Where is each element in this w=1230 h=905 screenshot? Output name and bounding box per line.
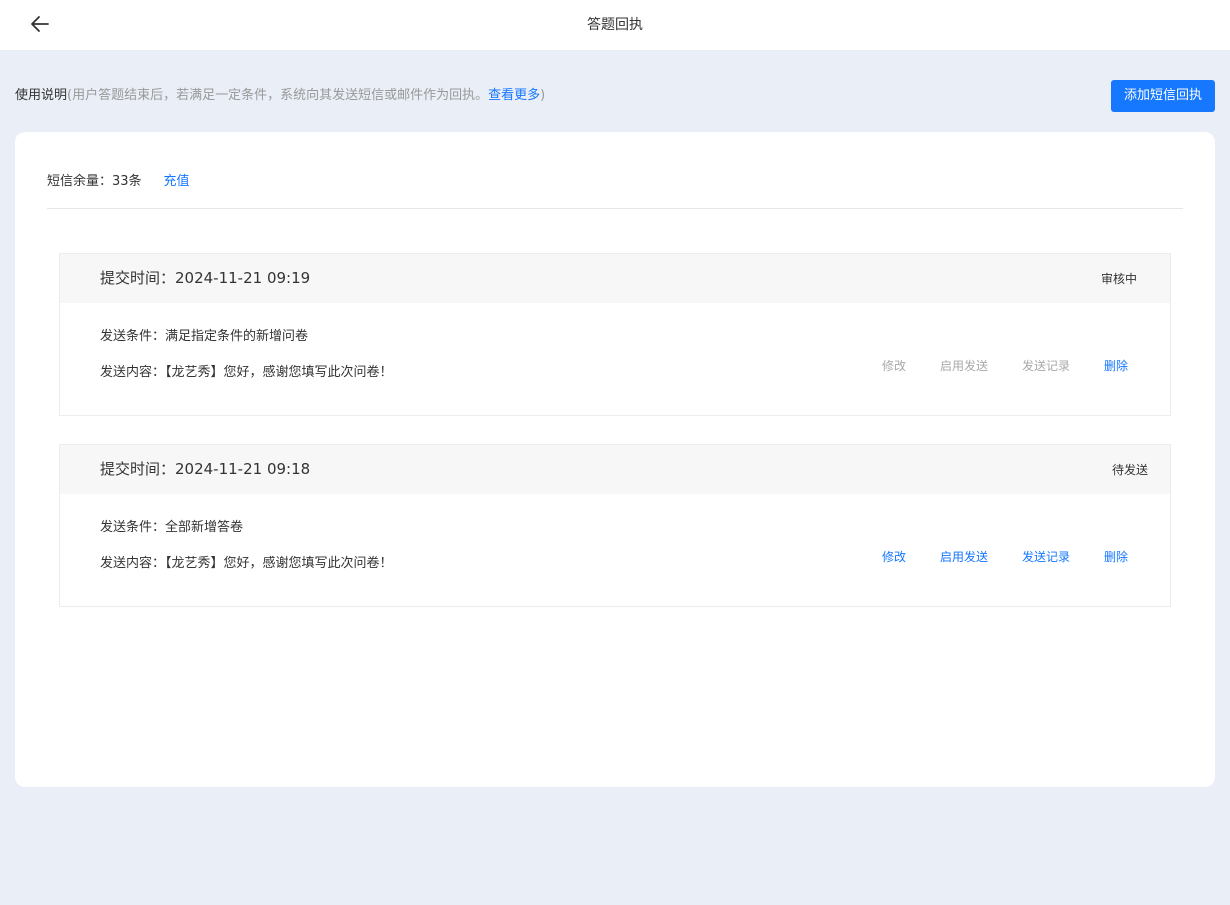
usage-label: 使用说明 xyxy=(15,88,68,103)
sms-balance: 短信余量：33条 充值 xyxy=(47,172,190,192)
status-badge: 待发送 xyxy=(1111,463,1148,477)
submit-time: 提交时间：2024-11-21 09:19 xyxy=(100,269,311,287)
status-badge: 审核中 xyxy=(1100,272,1137,286)
delete-button[interactable]: 删除 xyxy=(1104,356,1128,376)
page-title: 答题回执 xyxy=(587,17,643,33)
edit-button[interactable]: 修改 xyxy=(882,356,906,376)
receipt-card: 提交时间：2024-11-21 09:18 待发送 发送条件：全部新增答卷 发送… xyxy=(59,444,1171,607)
receipt-header: 提交时间：2024-11-21 09:18 待发送 xyxy=(60,445,1170,494)
usage-description-text: (用户答题结束后，若满足一定条件，系统向其发送短信或邮件作为回执。 xyxy=(67,88,489,103)
delete-button[interactable]: 删除 xyxy=(1104,547,1128,567)
main-card: 短信余量：33条 充值 提交时间：2024-11-21 09:19 审核中 发送条… xyxy=(15,132,1215,787)
send-log-button[interactable]: 发送记录 xyxy=(1022,356,1070,376)
sms-balance-text: 短信余量：33条 xyxy=(47,174,142,189)
recharge-link[interactable]: 充值 xyxy=(164,174,190,189)
send-condition: 发送条件：满足指定条件的新增问卷 xyxy=(100,329,309,344)
enable-send-button[interactable]: 启用发送 xyxy=(940,547,988,567)
usage-close-paren: ) xyxy=(540,88,546,103)
back-button[interactable] xyxy=(28,12,52,36)
divider xyxy=(47,208,1183,209)
send-content: 发送内容：【龙艺秀】您好，感谢您填写此次问卷！ xyxy=(100,556,393,571)
usage-description: 使用说明(用户答题结束后，若满足一定条件，系统向其发送短信或邮件作为回执。查看更… xyxy=(15,86,545,106)
send-log-button[interactable]: 发送记录 xyxy=(1022,547,1070,567)
receipt-card: 提交时间：2024-11-21 09:19 审核中 发送条件：满足指定条件的新增… xyxy=(59,253,1171,416)
top-bar: 答题回执 xyxy=(0,0,1230,50)
add-sms-receipt-button[interactable]: 添加短信回执 xyxy=(1111,80,1215,112)
learn-more-link[interactable]: 查看更多 xyxy=(488,88,540,103)
send-condition: 发送条件：全部新增答卷 xyxy=(100,520,244,535)
arrow-left-icon xyxy=(31,16,49,32)
edit-button[interactable]: 修改 xyxy=(882,547,906,567)
send-content: 发送内容：【龙艺秀】您好，感谢您填写此次问卷！ xyxy=(100,365,393,380)
receipt-header: 提交时间：2024-11-21 09:19 审核中 xyxy=(60,254,1170,303)
enable-send-button[interactable]: 启用发送 xyxy=(940,356,988,376)
submit-time: 提交时间：2024-11-21 09:18 xyxy=(100,460,311,478)
